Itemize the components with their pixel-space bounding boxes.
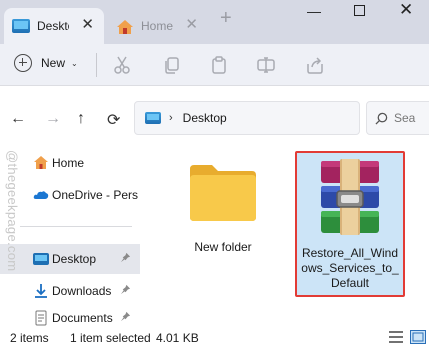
tab-label: Home xyxy=(141,19,173,33)
search-input[interactable]: Sea xyxy=(366,101,429,135)
pin-icon[interactable] xyxy=(120,252,131,266)
desktop-icon xyxy=(33,253,49,265)
documents-icon xyxy=(35,310,47,326)
plus-circle-icon xyxy=(14,54,32,72)
selection-count: 1 item selected xyxy=(70,331,151,345)
new-button-label: New xyxy=(41,56,66,70)
pin-icon[interactable] xyxy=(120,284,131,298)
file-name-line: ows_Services_to_ xyxy=(301,261,399,275)
tiles-view-icon[interactable] xyxy=(410,330,426,344)
download-icon xyxy=(35,284,47,298)
onedrive-icon xyxy=(33,191,49,199)
tab-home[interactable]: Home ✕ xyxy=(108,8,208,44)
share-icon[interactable] xyxy=(305,55,325,75)
address-bar[interactable]: › Desktop xyxy=(134,101,360,135)
breadcrumb-separator[interactable]: › xyxy=(169,112,173,124)
rename-icon[interactable] xyxy=(256,55,276,75)
sidebar-item-home[interactable]: Home xyxy=(0,148,140,178)
sidebar-item-documents[interactable]: Documents xyxy=(0,308,140,328)
file-name: New folder xyxy=(194,240,252,254)
selection-size: 4.01 KB xyxy=(156,331,199,345)
address-row: ← → ↑ ⟳ › Desktop Sea xyxy=(0,87,429,147)
watermark-text: @thegeekpage.com xyxy=(5,150,20,272)
sidebar-item-onedrive[interactable]: OneDrive - Personal xyxy=(0,180,140,210)
search-icon xyxy=(375,112,388,125)
winrar-archive-item[interactable]: Restore_All_Wind ows_Services_to_ Defaul… xyxy=(295,151,405,297)
command-bar: New ⌄ xyxy=(0,44,429,86)
sidebar-item-label: Home xyxy=(52,156,85,170)
sidebar-item-downloads[interactable]: Downloads xyxy=(0,276,140,306)
toolbar-divider xyxy=(96,53,97,77)
pin-icon[interactable] xyxy=(120,311,131,325)
details-view-icon[interactable] xyxy=(388,330,404,344)
tab-label: Desktop xyxy=(37,19,69,33)
chevron-down-icon: ⌄ xyxy=(71,58,78,68)
home-icon xyxy=(34,156,48,169)
file-name-line: Default xyxy=(330,276,370,290)
new-tab-button[interactable]: + xyxy=(220,8,232,28)
minimize-button[interactable]: — xyxy=(307,3,321,19)
forward-button[interactable]: → xyxy=(45,110,61,128)
home-icon xyxy=(116,19,134,34)
tab-desktop[interactable]: Desktop ✕ xyxy=(4,8,104,44)
winrar-icon xyxy=(321,159,379,235)
up-button[interactable]: ↑ xyxy=(77,110,85,128)
sidebar-item-desktop[interactable]: Desktop xyxy=(0,244,140,274)
status-bar: 2 items 1 item selected 4.01 KB xyxy=(0,327,429,348)
item-count: 2 items xyxy=(10,331,49,345)
close-window-button[interactable]: ✕ xyxy=(399,0,413,20)
breadcrumb-desktop[interactable]: Desktop xyxy=(183,111,227,125)
file-name-line: Restore_All_Wind xyxy=(301,246,399,260)
paste-icon[interactable] xyxy=(209,55,229,75)
maximize-button[interactable] xyxy=(354,5,365,16)
copy-icon[interactable] xyxy=(162,55,182,75)
desktop-icon xyxy=(12,19,30,33)
close-tab-icon[interactable]: ✕ xyxy=(81,17,94,33)
file-view: New folder Restore_All_Wind ows_Services… xyxy=(140,147,429,327)
back-button[interactable]: ← xyxy=(10,110,26,128)
refresh-button[interactable]: ⟳ xyxy=(107,110,120,130)
desktop-icon xyxy=(145,112,161,124)
search-placeholder: Sea xyxy=(394,111,416,125)
new-button[interactable]: New ⌄ xyxy=(14,54,78,72)
title-bar: Desktop ✕ Home ✕ + — ✕ xyxy=(0,0,429,44)
watermark: @thegeekpage.com xyxy=(5,150,20,320)
folder-icon xyxy=(190,165,256,221)
cut-icon[interactable] xyxy=(112,55,132,75)
sidebar-divider xyxy=(20,226,132,227)
navigation-pane: Home OneDrive - Personal Desktop Downloa… xyxy=(0,147,140,327)
close-tab-icon[interactable]: ✕ xyxy=(185,17,198,33)
folder-item[interactable]: New folder xyxy=(170,155,276,255)
sidebar-item-label: OneDrive - Personal xyxy=(52,188,138,202)
